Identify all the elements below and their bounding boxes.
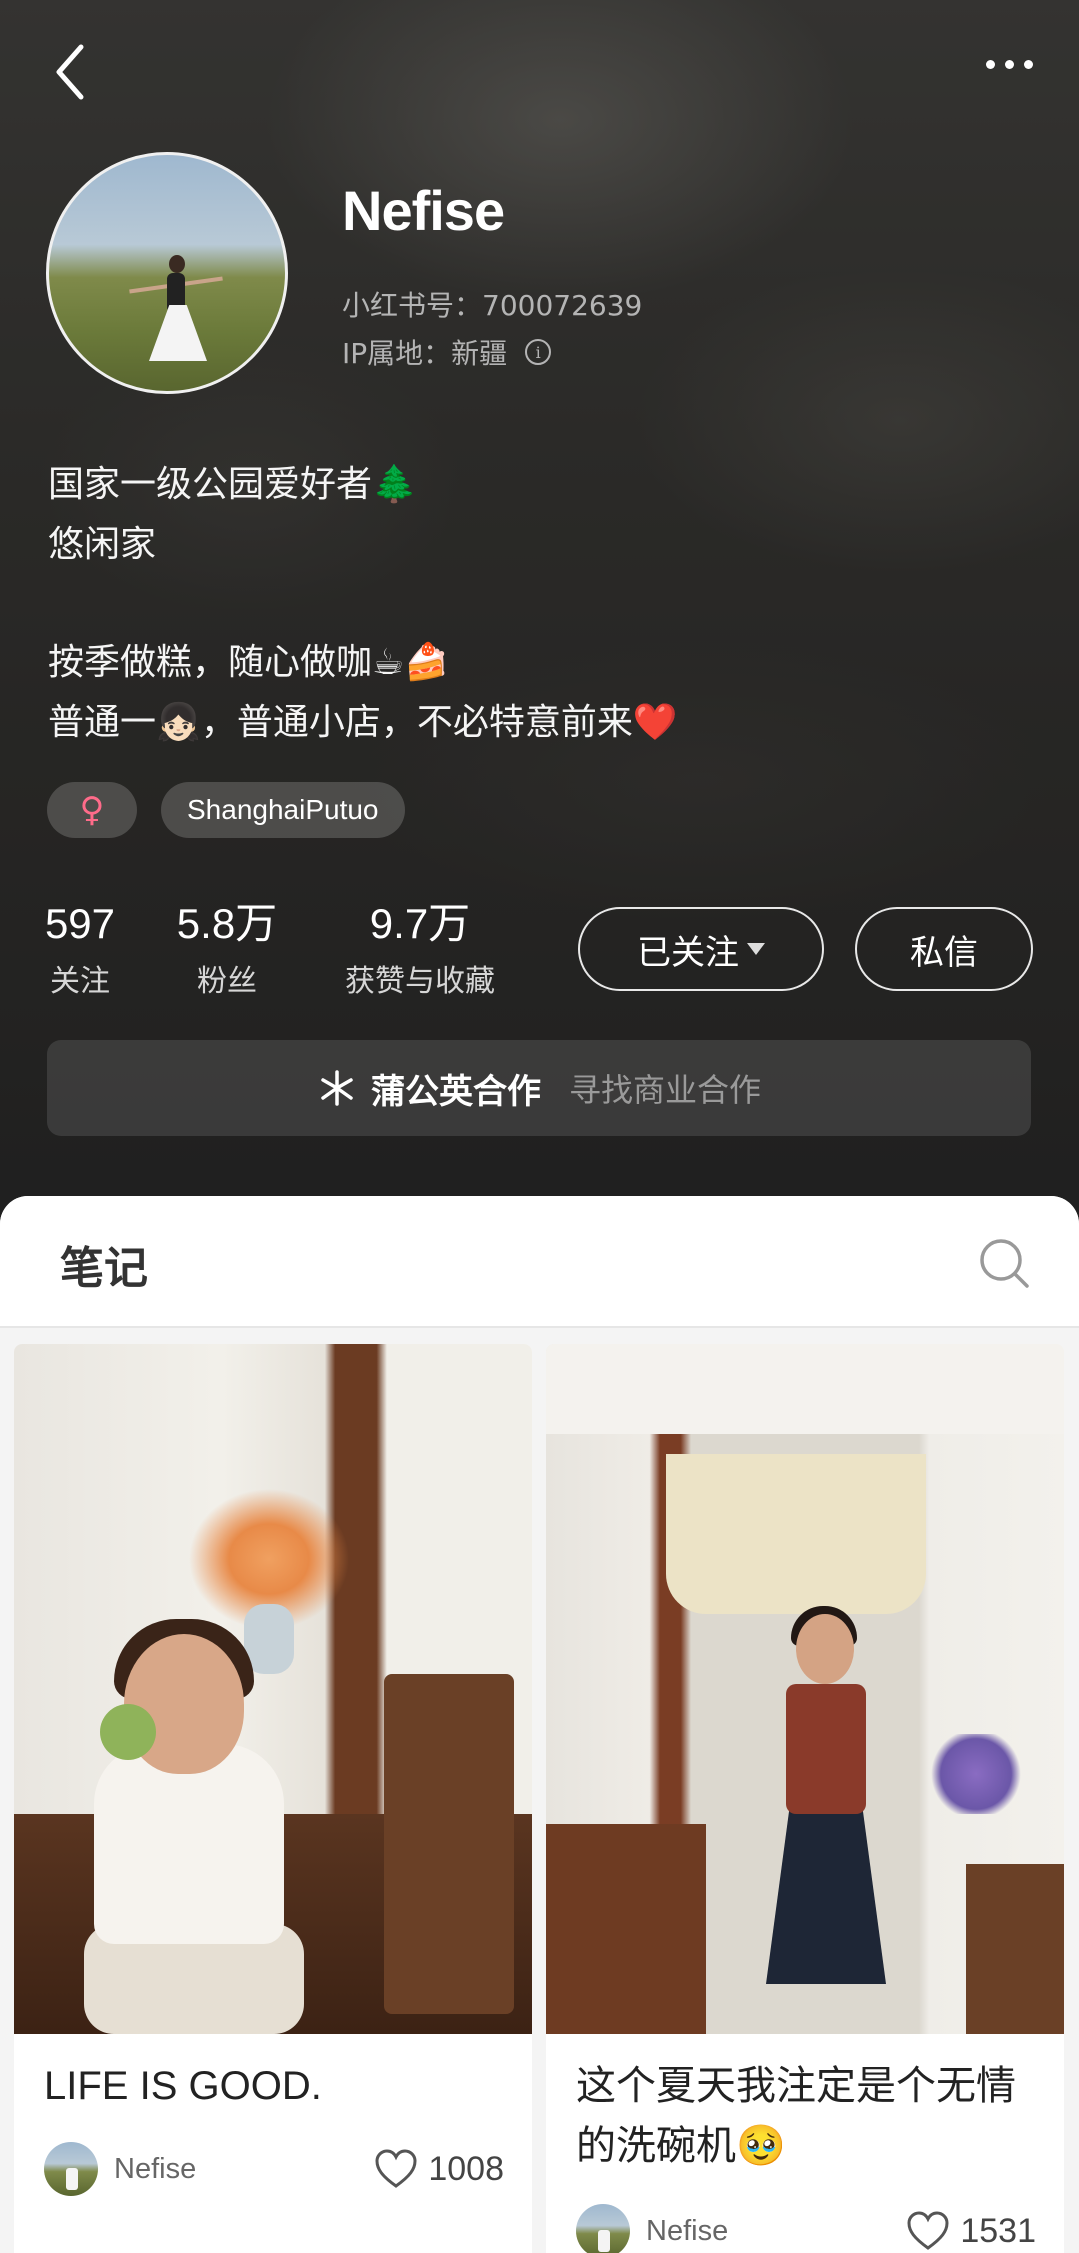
red-id-text[interactable]: 小红书号：700072639 [342, 284, 642, 324]
note-cover-image [546, 1344, 1064, 2034]
heart-outline-icon [375, 2149, 417, 2188]
stat-followers[interactable]: 5.8万 粉丝 [162, 896, 292, 1000]
notes-sheet: 笔记 LIFE IS GOOD. Nefise 1008 这个夏天我注定是个无情… [0, 1196, 1079, 2253]
chevron-left-icon [56, 44, 84, 100]
like-button[interactable]: 1008 [374, 2149, 504, 2189]
ip-location-value: IP属地：新疆 [342, 337, 508, 370]
note-card[interactable]: 这个夏天我注定是个无情的洗碗机🥹 Nefise 1531 [546, 1344, 1064, 2253]
message-label: 私信 [910, 932, 978, 973]
stat-following[interactable]: 597 关注 [40, 896, 120, 1000]
note-footer: Nefise 1008 [44, 2142, 504, 2196]
more-options-button[interactable] [969, 40, 1049, 88]
author-avatar[interactable] [44, 2142, 98, 2196]
bio-line: 普通一👧🏻，普通小店，不必特意前来❤️ [48, 702, 678, 743]
collab-title: 蒲公英合作 [370, 1071, 541, 1112]
heart-outline-icon [907, 2211, 949, 2250]
location-tag: ShanghaiPutuo [161, 782, 405, 838]
stat-label: 粉丝 [197, 964, 257, 999]
ip-location-text: IP属地：新疆 i [342, 332, 552, 372]
bio-line [48, 575, 678, 633]
stat-likes-collections[interactable]: 9.7万 获赞与收藏 [330, 896, 510, 1000]
notes-tabbar: 笔记 [0, 1196, 1079, 1328]
note-card[interactable]: LIFE IS GOOD. Nefise 1008 [14, 1344, 532, 2253]
like-button[interactable]: 1531 [906, 2211, 1036, 2251]
stat-number: 597 [44, 900, 116, 947]
followed-button[interactable]: 已关注 [578, 907, 824, 991]
bio-line: 按季做糕，随心做咖☕🍰 [48, 642, 450, 683]
note-footer: Nefise 1531 [576, 2204, 1036, 2253]
bio-line: 国家一级公园爱好者🌲 [48, 464, 417, 505]
profile-avatar[interactable] [46, 152, 288, 394]
dandelion-icon [321, 1070, 353, 1106]
followed-label: 已关注 [637, 932, 739, 973]
profile-stats: 597 关注 5.8万 粉丝 9.7万 获赞与收藏 [40, 896, 510, 1000]
author-avatar[interactable] [576, 2204, 630, 2253]
collab-subtitle: 寻找商业合作 [568, 1071, 761, 1109]
profile-tags: ♀ ShanghaiPutuo [47, 782, 405, 838]
tab-notes[interactable]: 笔记 [60, 1232, 148, 1296]
caret-down-icon [747, 943, 765, 955]
stat-label: 关注 [50, 964, 110, 999]
like-count: 1531 [960, 2211, 1036, 2250]
bio-line: 悠闲家 [48, 524, 157, 565]
back-button[interactable] [40, 36, 100, 108]
more-dots-icon [985, 59, 995, 69]
stat-number: 9.7万 [369, 900, 471, 947]
profile-username: Nefise [342, 179, 505, 242]
red-id-value: 小红书号：700072639 [342, 289, 643, 322]
stat-number: 5.8万 [176, 900, 278, 947]
stat-label: 获赞与收藏 [345, 964, 495, 999]
gender-tag: ♀ [47, 782, 137, 838]
note-title: 这个夏天我注定是个无情的洗碗机🥹 [576, 2063, 1016, 2169]
note-cover-image [14, 1344, 532, 2034]
dandelion-collab-banner[interactable]: 蒲公英合作 寻找商业合作 [47, 1040, 1031, 1136]
like-count: 1008 [428, 2149, 504, 2188]
profile-bio: 国家一级公园爱好者🌲 悠闲家 按季做糕，随心做咖☕🍰 普通一👧🏻，普通小店，不必… [48, 455, 678, 753]
message-button[interactable]: 私信 [855, 907, 1033, 991]
info-icon[interactable]: i [525, 339, 552, 365]
note-title: LIFE IS GOOD. [44, 2064, 322, 2108]
author-name[interactable]: Nefise [114, 2153, 374, 2186]
author-name[interactable]: Nefise [646, 2215, 906, 2248]
search-icon[interactable] [977, 1236, 1031, 1290]
